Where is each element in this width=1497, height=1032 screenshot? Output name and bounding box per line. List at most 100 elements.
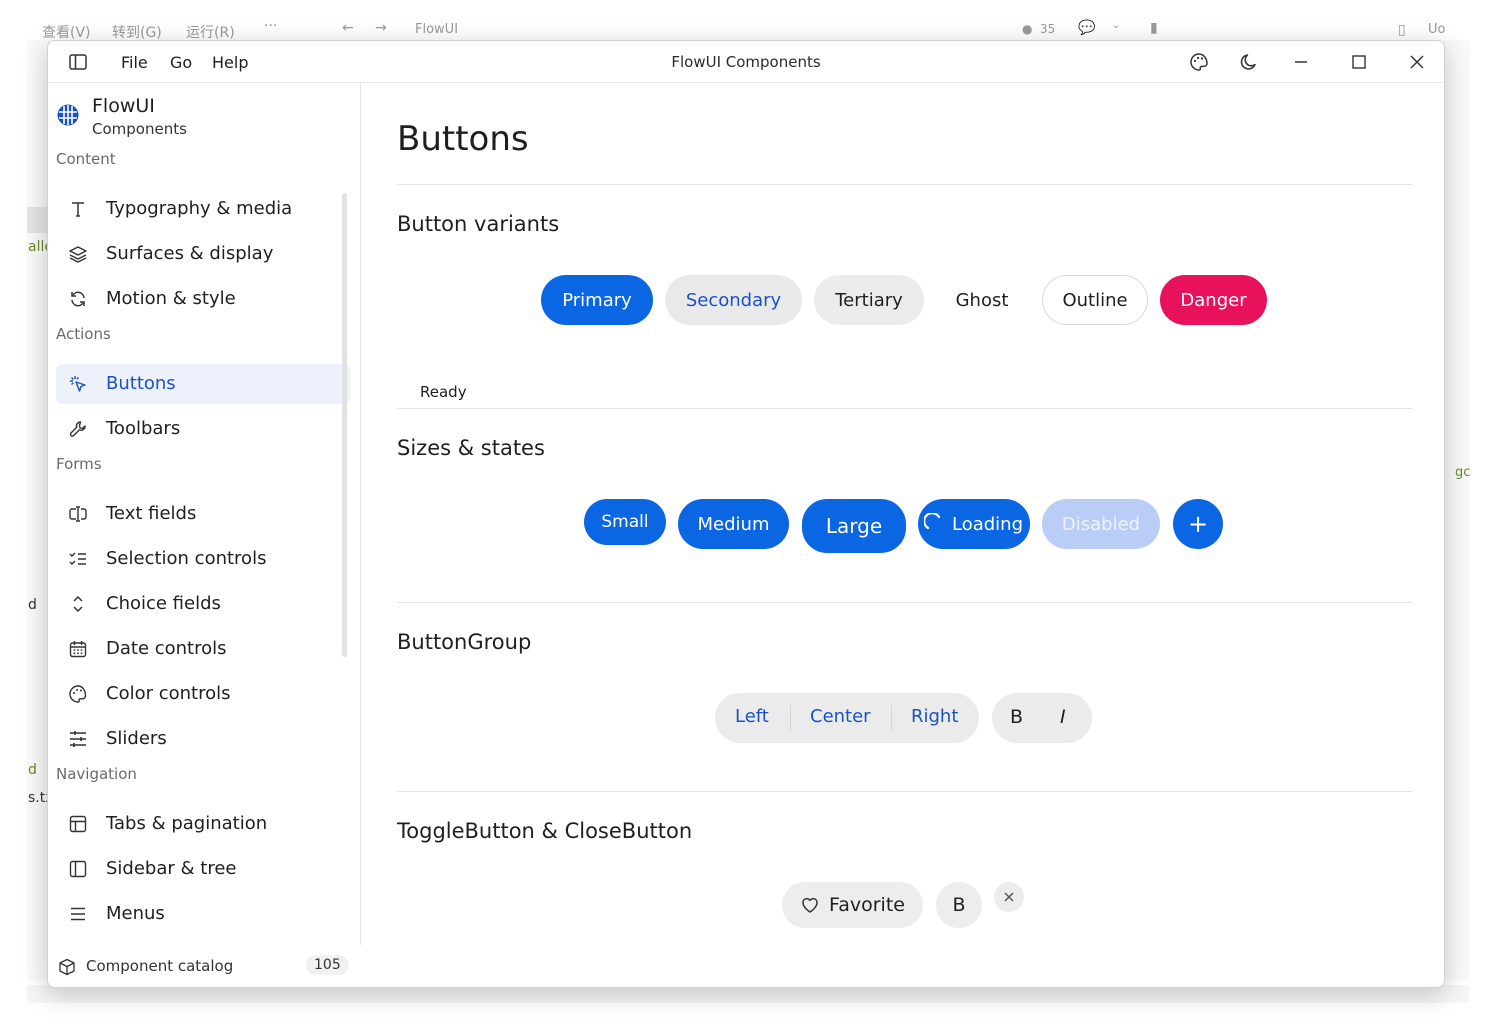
sidebar-item-label: Sliders (106, 728, 167, 749)
heart-icon (800, 895, 820, 915)
sidebar-toggle-icon[interactable] (68, 52, 88, 72)
bg-menu-run: 运行(R) (186, 25, 235, 41)
large-button[interactable]: Large (802, 499, 906, 553)
secondary-button[interactable]: Secondary (665, 275, 802, 325)
sidebar-item-label: Surfaces & display (106, 243, 274, 264)
section-title-sizes: Sizes & states (397, 436, 545, 460)
background-right-panel: gc (1444, 40, 1470, 980)
sidebar-item-label: Sidebar & tree (106, 858, 237, 879)
spinner-icon (923, 512, 946, 535)
small-button[interactable]: Small (584, 499, 666, 545)
favorite-toggle-button[interactable]: Favorite (782, 882, 923, 928)
menu-help[interactable]: Help (212, 53, 248, 72)
main-content: Buttons Button variants Primary Secondar… (362, 83, 1444, 987)
bg-address: FlowUI (415, 22, 459, 37)
sidebar-item-label: Tabs & pagination (106, 813, 268, 834)
sidebar-item-menus[interactable]: Menus (56, 894, 350, 934)
sidebar-scrollbar[interactable] (342, 193, 347, 657)
bg-counter: 35 (1040, 22, 1056, 36)
primary-button[interactable]: Primary (541, 275, 653, 325)
sidebar-icon (68, 859, 88, 879)
wrench-icon (68, 419, 88, 439)
divider (397, 184, 1412, 185)
outline-button[interactable]: Outline (1042, 275, 1148, 325)
sidebar-item-date-controls[interactable]: Date controls (56, 629, 350, 669)
flowui-logo-icon (56, 103, 80, 127)
sidebar-item-surfaces[interactable]: Surfaces & display (56, 234, 350, 274)
sidebar-item-sidebar-tree[interactable]: Sidebar & tree (56, 849, 350, 889)
sidebar-item-sliders[interactable]: Sliders (56, 719, 350, 759)
bold-toggle-button[interactable]: B (936, 882, 982, 928)
add-icon-button[interactable]: + (1173, 499, 1223, 549)
sidebar-item-label: Selection controls (106, 548, 267, 569)
disabled-button: Disabled (1042, 499, 1160, 549)
italic-button[interactable]: I (1060, 706, 1066, 728)
sidebar-item-typography[interactable]: Typography & media (56, 189, 350, 229)
divider (397, 408, 1412, 409)
component-catalog-label: Component catalog (86, 957, 234, 975)
sidebar-item-text-fields[interactable]: Text fields (56, 494, 350, 534)
calendar-icon (68, 639, 88, 659)
sidebar-item-label: Text fields (106, 503, 197, 524)
background-left-panel: alle d d s.tx (27, 40, 54, 980)
align-left-button[interactable]: Left (735, 706, 769, 727)
bg-chevron-icon: ⌄ (1112, 20, 1121, 31)
section-label-navigation: Navigation (56, 765, 137, 783)
sidebar-item-buttons[interactable]: Buttons (56, 364, 350, 404)
page-title: Buttons (397, 119, 529, 159)
separator (891, 705, 892, 731)
sidebar-item-choice-fields[interactable]: Choice fields (56, 584, 350, 624)
bg-dot-icon: ● (1022, 22, 1033, 36)
sidebar-item-label: Toolbars (106, 418, 181, 439)
bg-fragment: d (28, 597, 37, 613)
sidebar-item-label: Color controls (106, 683, 231, 704)
titlebar: File Go Help FlowUI Components (48, 41, 1444, 83)
medium-button[interactable]: Medium (678, 499, 789, 549)
bg-right-tab: Uo (1428, 22, 1446, 37)
divider (397, 602, 1412, 603)
window-title: FlowUI Components (671, 53, 821, 71)
bold-button[interactable]: B (1010, 706, 1023, 728)
bg-back-arrow-icon: ← (342, 20, 354, 36)
separator (790, 705, 791, 731)
tertiary-button[interactable]: Tertiary (814, 275, 924, 325)
maximize-icon[interactable] (1348, 51, 1370, 73)
menu-go[interactable]: Go (170, 53, 192, 72)
layout-icon (68, 814, 88, 834)
text-cursor-icon (68, 504, 88, 524)
bg-panel-icon: ▯ (1398, 22, 1406, 38)
close-button[interactable] (994, 882, 1024, 912)
sidebar-item-label: Choice fields (106, 593, 221, 614)
sidebar-item-tabs[interactable]: Tabs & pagination (56, 804, 350, 844)
section-label-content: Content (56, 150, 116, 168)
moon-icon[interactable] (1238, 51, 1260, 73)
sidebar-item-motion[interactable]: Motion & style (56, 279, 350, 319)
sidebar-item-selection-controls[interactable]: Selection controls (56, 539, 350, 579)
chevrons-updown-icon (68, 594, 88, 614)
section-title-buttongroup: ButtonGroup (397, 630, 532, 654)
bg-forward-arrow-icon: → (375, 20, 387, 36)
sidebar: FlowUI Components Content Typography & m… (48, 83, 361, 987)
align-center-button[interactable]: Center (810, 706, 871, 727)
sidebar-item-toolbars[interactable]: Toolbars (56, 409, 350, 449)
pointer-click-icon (68, 374, 88, 394)
app-window: File Go Help FlowUI Components FlowUI Co… (47, 40, 1445, 988)
ghost-button[interactable]: Ghost (936, 275, 1028, 325)
palette-icon[interactable] (1188, 51, 1210, 73)
sidebar-item-color-controls[interactable]: Color controls (56, 674, 350, 714)
danger-button[interactable]: Danger (1160, 275, 1267, 325)
loading-button[interactable]: Loading (918, 499, 1030, 549)
bg-menu-goto: 转到(G) (112, 25, 162, 41)
section-title-variants: Button variants (397, 212, 560, 236)
menu-icon (68, 904, 88, 924)
bg-menu-view: 查看(V) (42, 25, 91, 41)
sidebar-item-label: Typography & media (106, 198, 293, 219)
close-icon[interactable] (1406, 51, 1428, 73)
align-right-button[interactable]: Right (911, 706, 958, 727)
favorite-label: Favorite (829, 894, 905, 916)
status-text: Ready (420, 383, 467, 401)
minimize-icon[interactable] (1290, 51, 1312, 73)
menu-file[interactable]: File (121, 53, 148, 72)
type-icon (68, 199, 88, 219)
button-group-alignment: Left Center Right (715, 693, 979, 743)
